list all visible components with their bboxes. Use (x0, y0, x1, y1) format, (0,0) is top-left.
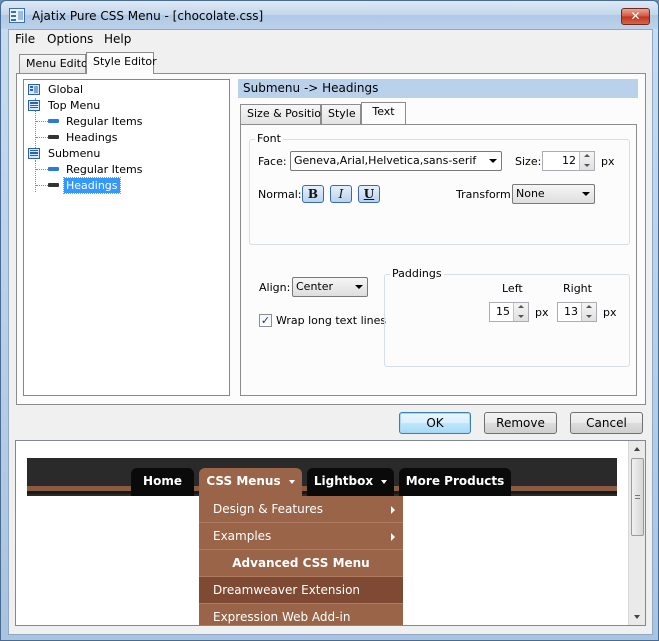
padding-right-label: Right (563, 282, 592, 295)
title-bar[interactable]: Ajatix Pure CSS Menu - [chocolate.css] ✕ (1, 1, 658, 29)
scroll-up-icon[interactable] (634, 447, 640, 451)
size-unit: px (601, 155, 615, 168)
tab-style-editor[interactable]: Style Editor (86, 52, 157, 74)
chevron-right-icon (391, 506, 395, 514)
tree-item-top-menu[interactable]: Top Menu (28, 98, 218, 113)
scroll-thumb[interactable] (631, 458, 644, 536)
scroll-down-icon[interactable] (634, 615, 640, 619)
preview-item-more-products[interactable]: More Products (399, 468, 511, 496)
cancel-button[interactable]: Cancel (570, 412, 643, 434)
tree-item-sub-regular[interactable]: Regular Items (48, 162, 208, 177)
preview-dd-expression-web[interactable]: Expression Web Add-in (199, 604, 403, 625)
remove-button[interactable]: Remove (484, 412, 557, 434)
font-group: Font Face: Geneva,Arial,Helvetica,sans-s… (249, 132, 630, 245)
wrap-label: Wrap long text lines (276, 314, 387, 327)
headings-icon (48, 183, 59, 187)
properties-pane: Submenu -> Headings Size & Position Styl… (238, 79, 638, 398)
preview-dd-design-features[interactable]: Design & Features (199, 496, 403, 523)
preview-item-css-menus[interactable]: CSS Menus (199, 468, 302, 496)
pane-header: Submenu -> Headings (238, 79, 638, 98)
spin-down-icon (518, 315, 524, 318)
tree-item-top-headings[interactable]: Headings (48, 130, 208, 145)
tree-item-submenu[interactable]: Submenu (28, 146, 218, 161)
global-icon (28, 84, 40, 95)
menu-preview: Home CSS Menus Lightbox More Products De… (15, 440, 646, 626)
menu-options[interactable]: Options (47, 32, 93, 46)
align-label: Align: (259, 281, 291, 294)
submenu-icon (28, 148, 40, 159)
spin-down-icon (586, 315, 592, 318)
padding-left-label: Left (502, 282, 523, 295)
italic-button[interactable]: I (330, 185, 352, 203)
preview-item-lightbox[interactable]: Lightbox (307, 468, 394, 496)
caret-down-icon (288, 479, 295, 484)
menu-help[interactable]: Help (104, 32, 131, 46)
preview-menu-bar: Home CSS Menus Lightbox More Products (27, 458, 617, 496)
style-editor-panel: Global Top Menu Regular Items Headings S… (16, 73, 646, 405)
size-label: Size: (515, 155, 542, 168)
spin-up-icon (584, 154, 590, 157)
tab-size-position[interactable]: Size & Position (240, 104, 328, 124)
face-label: Face: (258, 155, 287, 168)
headings-icon (48, 135, 59, 139)
padding-right-stepper[interactable]: 13 (557, 302, 597, 322)
normal-label: Normal: (258, 188, 302, 201)
tab-style[interactable]: Style (321, 104, 361, 124)
menu-bar: File Options Help (9, 30, 652, 49)
paddings-group-label: Paddings (390, 267, 444, 280)
spin-up-icon (586, 305, 592, 308)
window-title: Ajatix Pure CSS Menu - [chocolate.css] (32, 9, 264, 23)
chevron-right-icon (391, 533, 395, 541)
close-button[interactable]: ✕ (621, 8, 650, 25)
spin-up-icon (518, 305, 524, 308)
size-spin-buttons[interactable] (579, 152, 594, 170)
caret-down-icon (381, 479, 388, 484)
align-select[interactable]: Center (292, 277, 368, 297)
preview-scrollbar[interactable] (628, 441, 645, 625)
underline-button[interactable]: U (358, 185, 380, 203)
preview-dd-dreamweaver[interactable]: Dreamweaver Extension (199, 577, 403, 604)
tab-menu-editor[interactable]: Menu Editor (19, 54, 92, 74)
transform-select[interactable]: None (512, 184, 595, 204)
paddings-group: Paddings Left Right 15 px 13 px (384, 267, 630, 367)
tree-item-global[interactable]: Global (28, 82, 218, 97)
padding-right-unit: px (603, 306, 617, 319)
preview-item-home[interactable]: Home (131, 468, 194, 496)
spin-down-icon (584, 164, 590, 167)
tab-text[interactable]: Text (361, 102, 406, 124)
close-icon: ✕ (630, 9, 641, 23)
checkmark-icon: ✓ (260, 314, 271, 327)
application-window: Ajatix Pure CSS Menu - [chocolate.css] ✕… (0, 0, 659, 641)
padding-right-spin-buttons[interactable] (581, 303, 596, 321)
transform-label: Transform: (456, 188, 515, 201)
font-group-label: Font (255, 132, 283, 145)
ok-button[interactable]: OK (399, 412, 471, 434)
window-client: File Options Help Menu Editor Style Edit… (8, 29, 653, 635)
grip-icon (635, 495, 640, 499)
padding-left-stepper[interactable]: 15 (489, 302, 529, 322)
menu-tree: Global Top Menu Regular Items Headings S… (23, 79, 230, 396)
top-menu-icon (28, 100, 40, 111)
regular-items-icon (48, 167, 59, 171)
text-tab-panel: Font Face: Geneva,Arial,Helvetica,sans-s… (240, 124, 637, 396)
chevron-down-icon (582, 192, 590, 196)
padding-left-unit: px (535, 306, 549, 319)
regular-items-icon (48, 119, 59, 123)
size-stepper[interactable]: 12 (542, 151, 595, 171)
tree-item-top-regular[interactable]: Regular Items (48, 114, 208, 129)
preview-dd-examples[interactable]: Examples (199, 523, 403, 550)
bold-button[interactable]: B (302, 185, 324, 203)
chevron-down-icon (355, 285, 363, 289)
preview-dropdown: Design & Features Examples Advanced CSS … (199, 496, 403, 625)
tree-item-sub-headings[interactable]: Headings (48, 177, 208, 194)
face-select[interactable]: Geneva,Arial,Helvetica,sans-serif (290, 151, 502, 171)
padding-left-spin-buttons[interactable] (513, 303, 528, 321)
app-icon (9, 8, 25, 23)
menu-file[interactable]: File (15, 32, 35, 46)
chevron-down-icon (489, 159, 497, 163)
wrap-checkbox[interactable]: ✓ (259, 314, 272, 327)
preview-dd-heading: Advanced CSS Menu (199, 550, 403, 577)
